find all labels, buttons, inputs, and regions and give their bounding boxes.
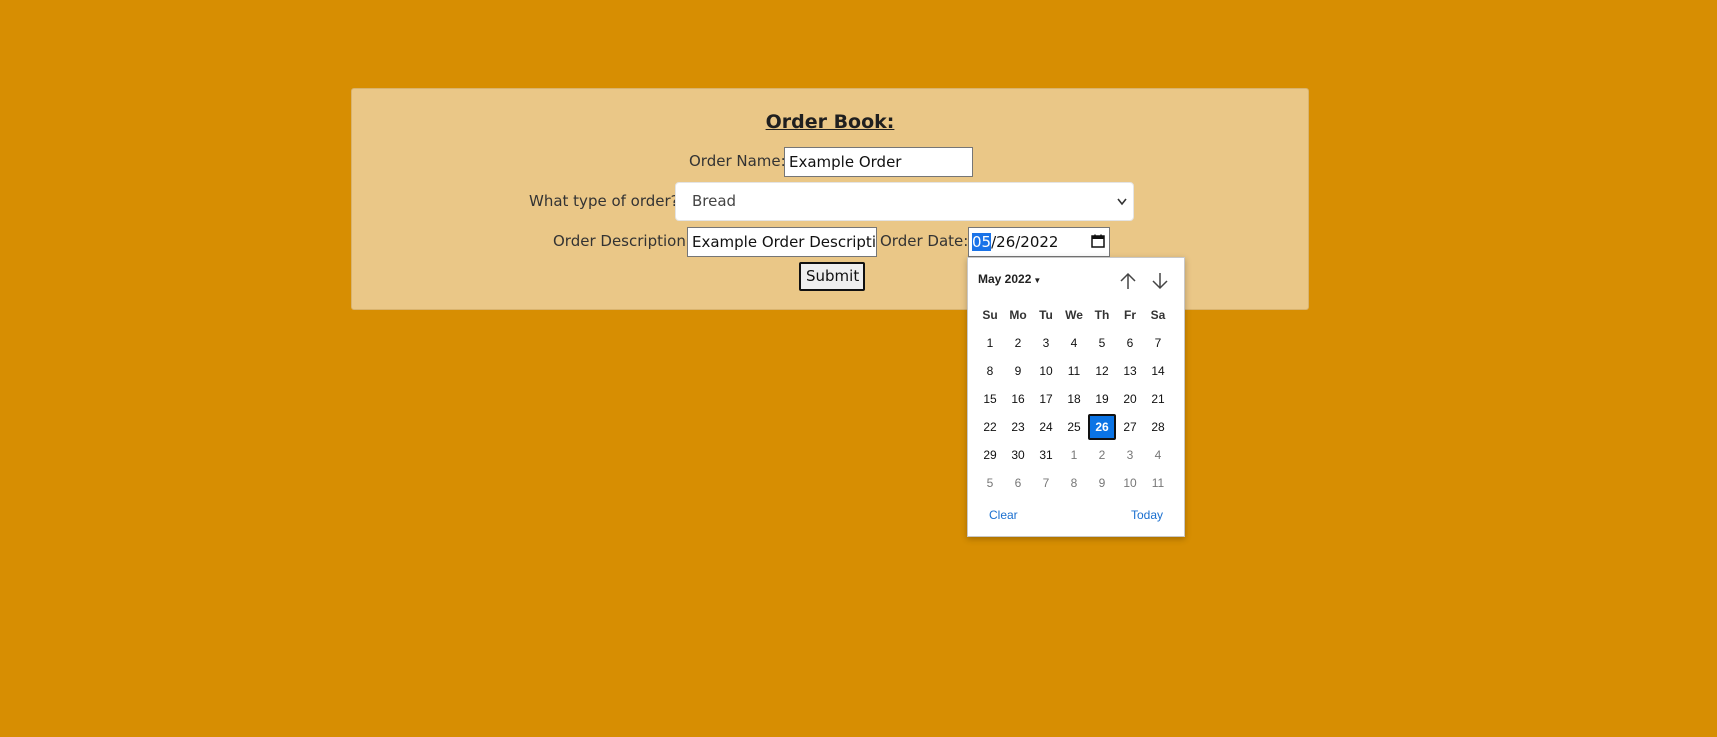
date-month-segment[interactable]: 05 (972, 233, 992, 251)
calendar-day[interactable]: 31 (1032, 442, 1060, 468)
calendar-day[interactable]: 22 (976, 414, 1004, 440)
calendar-day[interactable]: 30 (1004, 442, 1032, 468)
calendar-day-next-month[interactable]: 7 (1032, 470, 1060, 496)
calendar-week: 29 30 31 1 2 3 4 (976, 442, 1172, 470)
weekday-sun: Su (982, 308, 998, 322)
today-button[interactable]: Today (1131, 508, 1163, 522)
calendar-day[interactable]: 10 (1032, 358, 1060, 384)
calendar-day[interactable]: 15 (976, 386, 1004, 412)
calendar-day[interactable]: 23 (1004, 414, 1032, 440)
calendar-day[interactable]: 1 (976, 330, 1004, 356)
calendar-day[interactable]: 8 (976, 358, 1004, 384)
calendar-day[interactable]: 11 (1060, 358, 1088, 384)
calendar-day-next-month[interactable]: 2 (1088, 442, 1116, 468)
order-description-input[interactable]: Example Order Descriptio (687, 227, 877, 257)
calendar-day[interactable]: 25 (1060, 414, 1088, 440)
calendar-week: 8 9 10 11 12 13 14 (976, 358, 1172, 386)
calendar-week: 15 16 17 18 19 20 21 (976, 386, 1172, 414)
calendar-day[interactable]: 3 (1032, 330, 1060, 356)
calendar-day[interactable]: 13 (1116, 358, 1144, 384)
calendar-day[interactable]: 4 (1060, 330, 1088, 356)
order-date-input[interactable]: 05/26/2022 (968, 227, 1110, 257)
calendar-day[interactable]: 24 (1032, 414, 1060, 440)
calendar-day[interactable]: 9 (1004, 358, 1032, 384)
calendar-day[interactable]: 28 (1144, 414, 1172, 440)
calendar-day-next-month[interactable]: 9 (1088, 470, 1116, 496)
weekday-fri: Fr (1124, 308, 1136, 322)
calendar-day-next-month[interactable]: 4 (1144, 442, 1172, 468)
submit-button[interactable]: Submit (799, 262, 865, 291)
calendar-week: 1 2 3 4 5 6 7 (976, 330, 1172, 358)
order-name-input[interactable]: Example Order (784, 147, 973, 177)
calendar-day[interactable]: 19 (1088, 386, 1116, 412)
calendar-day[interactable]: 20 (1116, 386, 1144, 412)
order-name-label: Order Name: (689, 152, 786, 170)
calendar-day[interactable]: 21 (1144, 386, 1172, 412)
order-date-label: Order Date: (880, 232, 969, 250)
order-description-label: Order Description: (553, 232, 691, 250)
caret-down-icon: ▼ (1033, 276, 1042, 285)
order-type-select[interactable]: Bread (675, 182, 1134, 221)
weekday-wed: We (1065, 308, 1083, 322)
calendar-day-next-month[interactable]: 6 (1004, 470, 1032, 496)
calendar-day[interactable]: 16 (1004, 386, 1032, 412)
calendar-day[interactable]: 14 (1144, 358, 1172, 384)
calendar-day[interactable]: 7 (1144, 330, 1172, 356)
calendar-day[interactable]: 2 (1004, 330, 1032, 356)
weekday-thu: Th (1094, 308, 1110, 322)
calendar-week: 5 6 7 8 9 10 11 (976, 470, 1172, 498)
weekday-header: Su Mo Tu We Th Fr Sa (976, 302, 1172, 330)
weekday-sat: Sa (1150, 308, 1166, 322)
month-year-label: May 2022 (978, 272, 1032, 286)
chevron-down-icon (1117, 183, 1127, 235)
calendar-day[interactable]: 6 (1116, 330, 1144, 356)
calendar-day[interactable]: 17 (1032, 386, 1060, 412)
calendar-day-next-month[interactable]: 8 (1060, 470, 1088, 496)
weekday-mon: Mo (1009, 308, 1027, 322)
calendar-grid: Su Mo Tu We Th Fr Sa 1 2 3 4 5 6 7 8 9 1… (976, 302, 1172, 498)
month-year-dropdown[interactable]: May 2022 ▼ (978, 272, 1041, 286)
calendar-week: 22 23 24 25 26 27 28 (976, 414, 1172, 442)
calendar-day-next-month[interactable]: 3 (1116, 442, 1144, 468)
calendar-day-next-month[interactable]: 11 (1144, 470, 1172, 496)
arrow-up-icon[interactable] (1117, 270, 1139, 292)
arrow-down-icon[interactable] (1149, 270, 1171, 292)
calendar-day[interactable]: 12 (1088, 358, 1116, 384)
order-type-label: What type of order? (529, 192, 679, 210)
calendar-day-next-month[interactable]: 10 (1116, 470, 1144, 496)
calendar-day[interactable]: 18 (1060, 386, 1088, 412)
form-title: Order Book: (765, 111, 895, 133)
calendar-day[interactable]: 27 (1116, 414, 1144, 440)
calendar-day-next-month[interactable]: 5 (976, 470, 1004, 496)
calendar-day-next-month[interactable]: 1 (1060, 442, 1088, 468)
weekday-tue: Tu (1039, 308, 1053, 322)
date-rest-segment[interactable]: /26/2022 (991, 233, 1058, 251)
calendar-day[interactable]: 5 (1088, 330, 1116, 356)
clear-date-button[interactable]: Clear (989, 508, 1018, 522)
calendar-day[interactable]: 29 (976, 442, 1004, 468)
order-type-selected: Bread (692, 192, 737, 210)
calendar-day-selected[interactable]: 26 (1088, 414, 1116, 440)
calendar-icon[interactable] (1091, 234, 1105, 248)
date-picker-popup: May 2022 ▼ Su Mo Tu We Th Fr Sa 1 2 3 4 5… (967, 257, 1185, 537)
